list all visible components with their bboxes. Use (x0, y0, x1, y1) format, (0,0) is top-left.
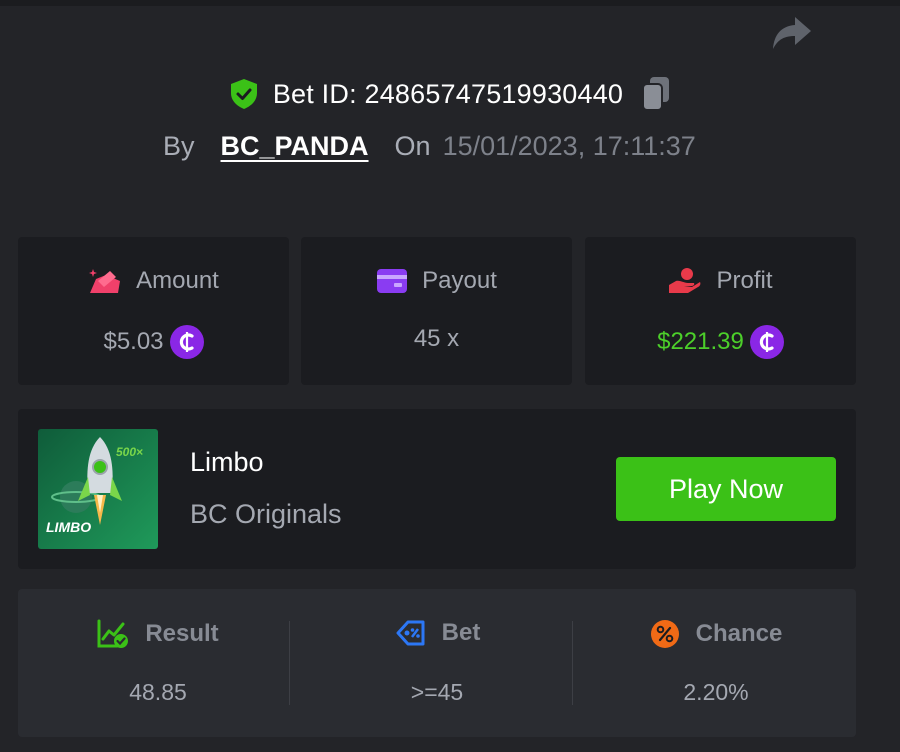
bet-value: >=45 (410, 679, 464, 705)
payout-card: Payout 45 x (301, 237, 572, 385)
payout-label: Payout (422, 267, 497, 294)
share-button[interactable] (770, 14, 814, 52)
bet-details-card: Result 48.85 Bet >=45 Chance 2.20% (18, 589, 856, 737)
bet-id-row: Bet ID: 24865747519930440 (0, 72, 900, 116)
column-divider (572, 621, 573, 705)
thumb-badge: 500× (116, 445, 144, 459)
top-edge (0, 0, 900, 6)
amount-value: $5.03 (103, 328, 164, 355)
payout-value: 45 x (413, 325, 460, 352)
amount-card: Amount $5.03 (18, 237, 289, 385)
amount-icon (89, 269, 121, 293)
chart-check-icon (97, 619, 129, 648)
chance-column: Chance 2.20% (576, 589, 856, 737)
chance-value: 2.20% (683, 679, 749, 705)
bet-id-label: Bet ID: 24865747519930440 (272, 78, 624, 109)
profit-hand-icon (669, 268, 701, 293)
copy-button[interactable] (641, 76, 671, 112)
coin-icon (169, 325, 204, 359)
game-thumbnail[interactable]: 500× LIMBO (38, 429, 158, 549)
by-label: By (163, 130, 195, 161)
game-card: 500× LIMBO Limbo BC Originals Play Now (18, 409, 856, 569)
result-value: 48.85 (129, 679, 187, 705)
bet-datetime: 15/01/2023, 17:11:37 (442, 130, 696, 161)
share-icon (773, 17, 811, 49)
bet-meta-row: By BC_PANDA On 15/01/2023, 17:11:37 (163, 124, 696, 168)
on-label: On (394, 130, 431, 161)
bet-label: Bet (441, 619, 481, 646)
copy-icon (642, 77, 670, 111)
profit-card: Profit $221.39 (585, 237, 856, 385)
result-column: Result 48.85 (18, 589, 298, 737)
game-name[interactable]: Limbo (190, 447, 264, 478)
verified-shield-icon (230, 79, 257, 109)
username-link[interactable]: BC_PANDA (221, 131, 369, 162)
ticket-icon (396, 620, 425, 646)
thumb-title: LIMBO (46, 519, 92, 535)
profit-value: $221.39 (657, 328, 744, 355)
chance-label: Chance (695, 620, 783, 647)
play-now-button[interactable]: Play Now (616, 457, 836, 521)
profit-label: Profit (716, 267, 773, 294)
bet-column: Bet >=45 (297, 589, 577, 737)
coin-icon (749, 325, 784, 359)
percent-icon (650, 620, 679, 648)
wallet-icon (377, 269, 408, 293)
amount-label: Amount (136, 267, 219, 294)
column-divider (289, 621, 290, 705)
game-provider: BC Originals (190, 499, 342, 529)
result-label: Result (145, 620, 219, 647)
